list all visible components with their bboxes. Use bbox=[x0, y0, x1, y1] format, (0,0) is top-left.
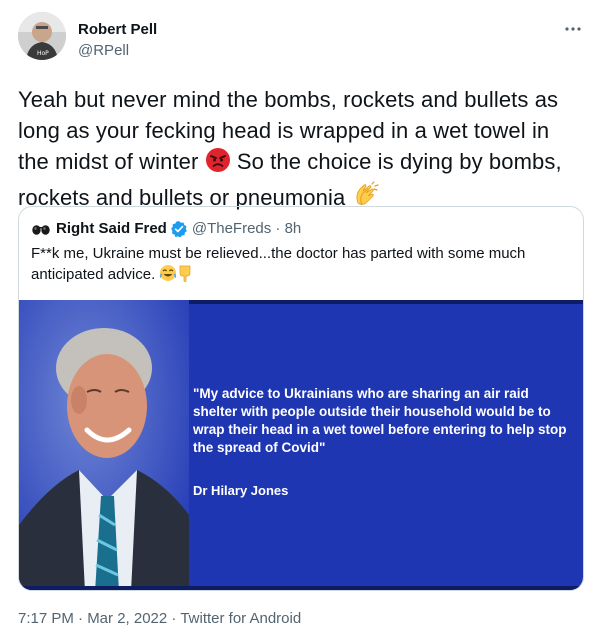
quote-header: Right Said Fred @TheFreds · 8h bbox=[31, 219, 301, 239]
quote-media-image[interactable]: "My advice to Ukrainians who are sharing… bbox=[19, 300, 583, 590]
quote-avatar[interactable] bbox=[31, 219, 51, 239]
angry-face-icon bbox=[205, 147, 231, 181]
quote-author-handle[interactable]: @TheFreds · 8h bbox=[192, 219, 301, 239]
author-block: Robert Pell @RPell bbox=[78, 20, 157, 61]
avatar-photo: HoP bbox=[18, 12, 66, 60]
quote-text-body: F**k me, Ukraine must be relieved...the … bbox=[31, 245, 526, 283]
tweet-meta: 7:17 PM · Mar 2, 2022 · Twitter for Andr… bbox=[18, 609, 301, 629]
media-bottom-border bbox=[19, 586, 583, 590]
author-handle[interactable]: @RPell bbox=[78, 41, 157, 61]
more-options-button[interactable] bbox=[562, 18, 584, 40]
tears-of-joy-icon bbox=[159, 264, 177, 288]
tweet-timestamp[interactable]: 7:17 PM · Mar 2, 2022 · bbox=[18, 610, 180, 627]
quote-tweet[interactable]: Right Said Fred @TheFreds · 8h F**k me, … bbox=[18, 206, 584, 591]
quote-author-name[interactable]: Right Said Fred bbox=[56, 219, 167, 239]
quote-text: F**k me, Ukraine must be relieved...the … bbox=[31, 244, 561, 288]
author-avatar[interactable]: HoP bbox=[18, 12, 66, 60]
doctor-portrait bbox=[19, 300, 189, 590]
sunglasses-avatar-icon bbox=[31, 219, 51, 239]
more-icon bbox=[565, 27, 581, 31]
svg-text:HoP: HoP bbox=[37, 50, 49, 57]
verified-badge-icon bbox=[170, 220, 188, 238]
pointing-down-icon bbox=[177, 264, 193, 288]
author-name[interactable]: Robert Pell bbox=[78, 20, 157, 40]
media-attribution: Dr Hilary Jones bbox=[193, 483, 289, 498]
tweet-source[interactable]: Twitter for Android bbox=[180, 610, 301, 627]
tweet: HoP Robert Pell @RPell Yeah but never mi… bbox=[0, 0, 600, 642]
media-quote-text: "My advice to Ukrainians who are sharing… bbox=[193, 386, 567, 455]
tweet-text: Yeah but never mind the bombs, rockets a… bbox=[18, 84, 586, 217]
